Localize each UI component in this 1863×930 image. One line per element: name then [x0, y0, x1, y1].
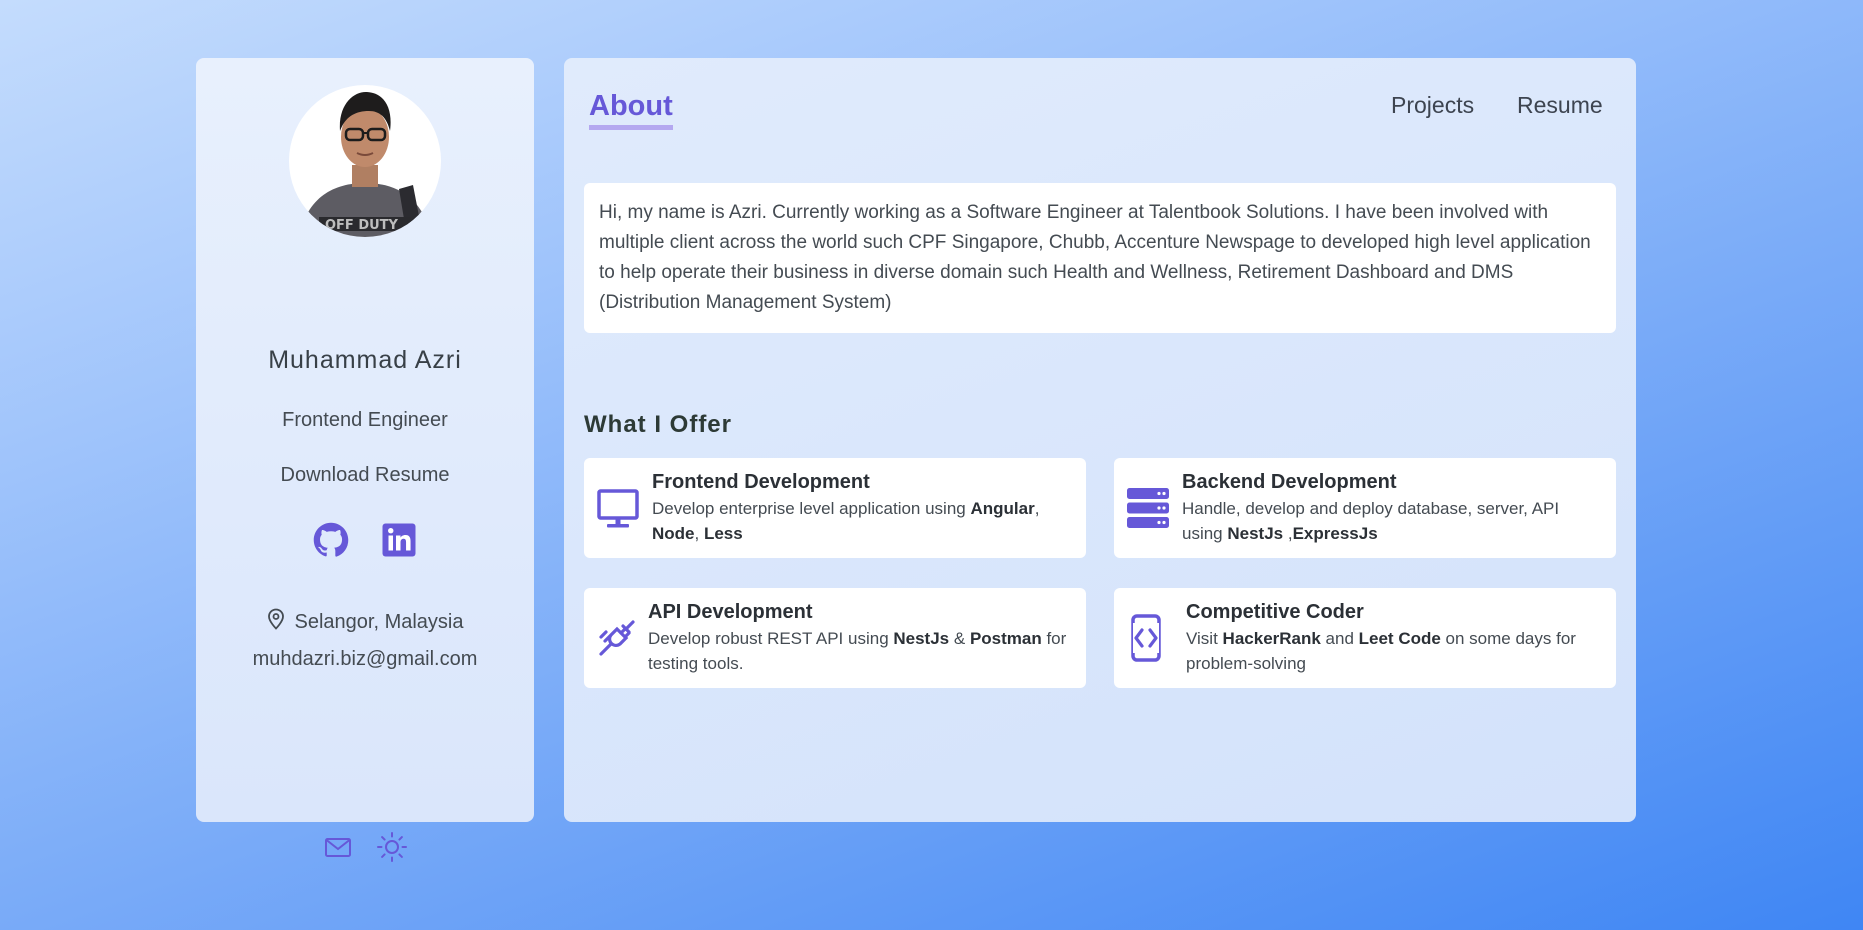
mail-icon[interactable]	[322, 831, 354, 863]
about-text: Hi, my name is Azri. Currently working a…	[599, 202, 1591, 313]
tab-resume[interactable]: Resume	[1517, 92, 1603, 119]
code-icon	[1126, 608, 1176, 668]
location-text: Selangor, Malaysia	[294, 610, 464, 633]
location: Selangor, Malaysia	[196, 608, 534, 636]
offer-section-title: What I Offer	[584, 411, 732, 438]
sidebar-footer-icons	[196, 831, 534, 863]
map-pin-icon	[267, 608, 285, 636]
offer-card-api: API Development Develop robust REST API …	[584, 588, 1086, 688]
offer-card-title: Backend Development	[1182, 471, 1397, 493]
offer-card-desc: Visit HackerRank and Leet Code on some d…	[1186, 629, 1576, 673]
server-icon	[1126, 478, 1172, 538]
offer-card-desc: Handle, develop and deploy database, ser…	[1182, 499, 1560, 543]
offer-card-title: Frontend Development	[652, 471, 870, 493]
svg-text:OFF DUTY: OFF DUTY	[325, 218, 399, 233]
offer-card-desc: Develop robust REST API using NestJs & P…	[648, 629, 1067, 673]
about-card: Hi, my name is Azri. Currently working a…	[584, 183, 1616, 333]
tab-projects[interactable]: Projects	[1391, 92, 1474, 119]
profile-name: Muhammad Azri	[268, 346, 462, 374]
social-links	[196, 522, 534, 558]
offer-card-coder: Competitive Coder Visit HackerRank and L…	[1114, 588, 1616, 688]
github-icon[interactable]	[313, 522, 349, 558]
avatar: OFF DUTY	[289, 85, 441, 237]
tab-about[interactable]: About	[589, 90, 673, 130]
download-resume-link[interactable]: Download Resume	[196, 464, 534, 487]
offer-card-title: Competitive Coder	[1186, 601, 1364, 623]
linkedin-icon[interactable]	[381, 522, 417, 558]
offer-card-backend: Backend Development Handle, develop and …	[1114, 458, 1616, 558]
sun-icon[interactable]	[376, 831, 408, 863]
profile-sidebar: OFF DUTY Muhammad Azri Frontend Engineer…	[196, 58, 534, 862]
offer-card-title: API Development	[648, 601, 813, 623]
plug-icon	[596, 608, 640, 668]
offer-card-frontend: Frontend Development Develop enterprise …	[584, 458, 1086, 558]
offer-card-desc: Develop enterprise level application usi…	[652, 499, 1040, 543]
email-text: muhdazri.biz@gmail.com	[252, 648, 478, 670]
profile-role: Frontend Engineer	[282, 409, 448, 431]
monitor-icon	[596, 478, 642, 538]
main-panel: About Projects Resume Hi, my name is Azr…	[564, 58, 1636, 822]
